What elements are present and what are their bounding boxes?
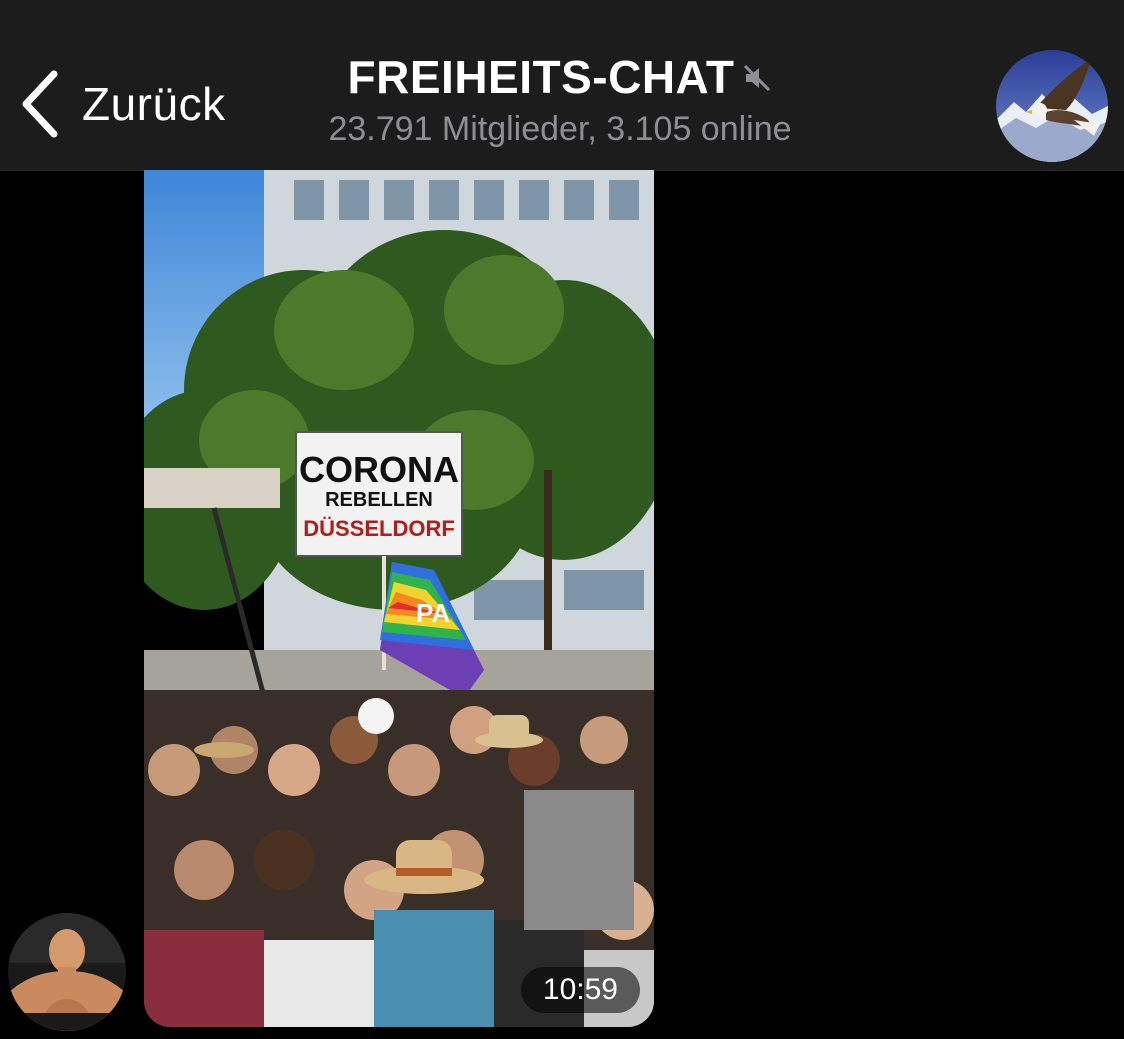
sign-line-2: REBELLEN	[325, 489, 433, 511]
sender-avatar[interactable]	[8, 913, 126, 1031]
mute-icon	[734, 57, 772, 98]
chat-title-area[interactable]: FREIHEITS-CHAT 23.791 Mitglieder, 3.105 …	[250, 50, 870, 149]
chat-header: Zurück FREIHEITS-CHAT 23.791 Mitglieder,…	[0, 0, 1124, 171]
protest-photo: CORONA REBELLEN DÜSSELDORF PA	[144, 170, 654, 1027]
message-time: 10:59	[520, 967, 640, 1013]
chevron-left-icon	[22, 70, 58, 138]
sign-line-3: DÜSSELDORF	[303, 516, 455, 541]
sign-line-1: CORONA	[299, 449, 459, 490]
chat-title: FREIHEITS-CHAT	[347, 51, 735, 103]
flag-text: PA	[416, 598, 450, 628]
group-avatar[interactable]	[996, 50, 1108, 162]
back-label: Zurück	[82, 78, 226, 130]
member-count: 23.791 Mitglieder, 3.105 online	[328, 110, 792, 148]
back-button[interactable]: Zurück	[20, 64, 226, 144]
photo-message[interactable]: CORONA REBELLEN DÜSSELDORF PA 10:59	[144, 170, 654, 1027]
